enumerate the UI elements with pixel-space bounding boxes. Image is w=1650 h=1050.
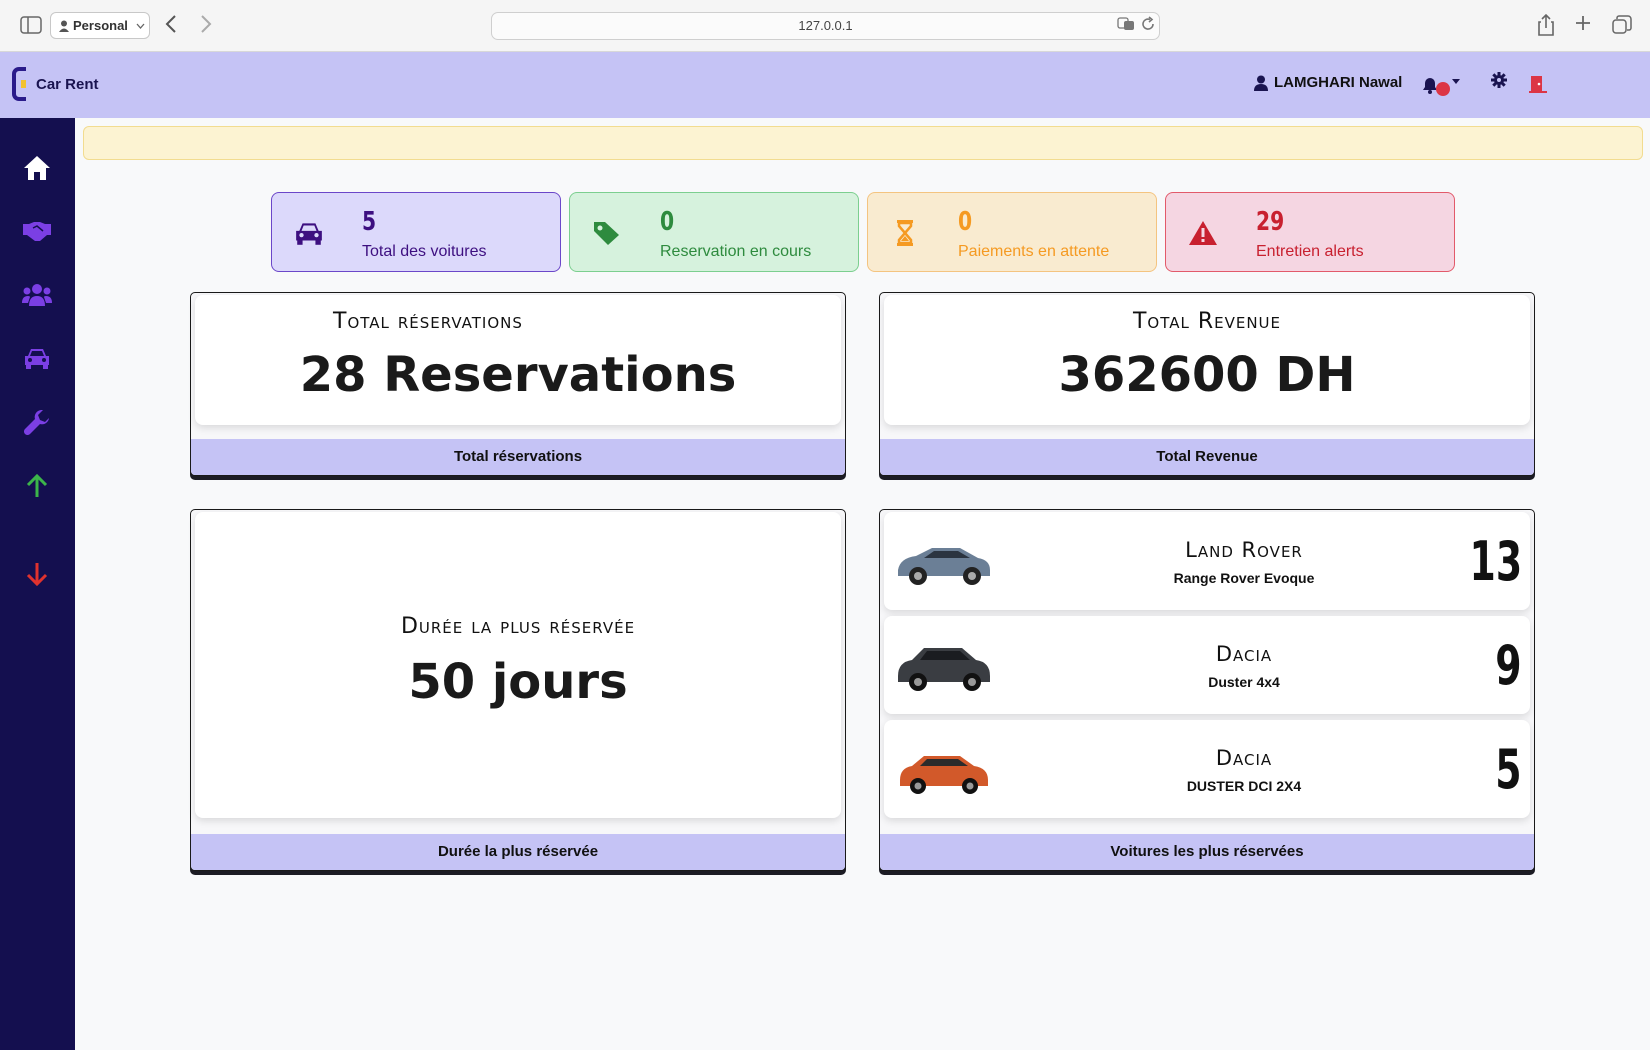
address-bar[interactable]: 127.0.0.1 [491,12,1160,40]
car-icon [25,349,49,369]
home-icon [24,156,50,180]
chevron-down-icon [136,23,145,29]
person-icon [59,20,69,32]
stat-label: Entretien alerts [1256,243,1364,260]
stat-label: Total des voitures [362,243,487,260]
profile-label: Personal [73,18,128,33]
translate-icon[interactable] [1117,17,1135,31]
app-header: Car Rent LAMGHARI Nawal [0,52,1650,118]
user-icon [1254,75,1268,91]
tags-icon [594,222,619,245]
wrench-icon [24,410,49,435]
panel-body: Total réservations 28 Reservations [195,295,841,425]
car-icon [296,223,322,245]
warning-icon [1189,221,1217,245]
sidebar-item-reservations[interactable] [22,216,52,246]
notification-dot [1436,82,1450,96]
stat-label: Reservation en cours [660,243,812,260]
car-brand: Land Rover [1185,538,1303,562]
handshake-icon [23,222,51,241]
car-brand: Dacia [1215,642,1273,666]
tab-overview-icon[interactable] [1612,15,1632,35]
car-brand: Dacia [1215,746,1273,770]
list-item[interactable]: Land Rover Range Rover Evoque 13 [884,512,1530,610]
sidebar-toggle-icon[interactable] [20,16,42,34]
panel-footer: Durée la plus réservée [191,834,845,870]
alert-banner [83,126,1643,160]
notifications-dropdown[interactable] [1422,74,1460,96]
logout-icon[interactable] [1528,74,1548,94]
sidebar [0,118,75,1050]
app-logo[interactable]: Car Rent [12,66,99,102]
sidebar-item-clients[interactable] [22,280,52,310]
panel-value: 28 Reservations [299,347,737,403]
sidebar-item-maintenance[interactable] [22,407,52,437]
forward-icon[interactable] [200,14,212,34]
profile-button[interactable]: Personal [50,12,150,39]
stat-value: 0 [660,207,675,237]
car-model: Duster 4x4 [1208,674,1280,690]
panel-footer: Total réservations [191,439,845,475]
panel-body: Total Revenue 362600 DH [884,295,1530,425]
car-model: DUSTER DCI 2X4 [1186,778,1302,794]
caret-down-icon [1452,78,1460,84]
panel-value: 50 jours [408,654,628,710]
user-menu[interactable]: LAMGHARI Nawal [1254,74,1402,91]
panel-footer: Voitures les plus réservées [880,834,1534,870]
stat-card-maintenance[interactable]: 29 Entretien alerts [1165,192,1455,272]
hourglass-icon [897,220,913,246]
panel-value: 362600 DH [1058,347,1356,403]
stat-value: 5 [362,207,377,237]
panel-most-reserved-duration: Durée la plus réservée 50 jours Durée la… [190,509,846,871]
car-reservation-count: 5 [1495,738,1522,801]
stat-label: Paiements en attente [958,243,1110,260]
car-image [898,648,990,691]
car-image [898,548,990,585]
sidebar-item-home[interactable] [22,153,52,183]
panel-title: Total réservations [333,309,523,334]
stat-value: 0 [958,207,973,237]
sidebar-item-expenses[interactable] [22,559,52,589]
users-icon [22,284,52,306]
car-reservation-count: 13 [1469,530,1522,593]
app-name: Car Rent [36,75,99,93]
stat-card-cars[interactable]: 5 Total des voitures [271,192,561,272]
list-item[interactable]: Dacia DUSTER DCI 2X4 5 [884,720,1530,818]
stat-value: 29 [1256,207,1285,237]
arrow-up-icon [26,474,48,497]
panel-title: Total Revenue [1132,309,1282,334]
panel-total-reservations: Total réservations 28 Reservations Total… [190,292,846,476]
user-name: LAMGHARI Nawal [1274,74,1403,91]
share-icon[interactable] [1537,14,1555,36]
reload-icon[interactable] [1141,16,1155,32]
stat-card-reservations[interactable]: 0 Reservation en cours [569,192,859,272]
car-image [900,756,988,794]
list-item[interactable]: Dacia Duster 4x4 9 [884,616,1530,714]
sidebar-item-cars[interactable] [22,343,52,373]
panel-title: Durée la plus réservée [400,614,636,639]
panel-footer: Total Revenue [880,439,1534,475]
arrow-down-icon [26,563,48,586]
back-icon[interactable] [165,14,177,34]
car-model: Range Rover Evoque [1173,570,1315,586]
gear-icon[interactable] [1491,72,1507,88]
car-reservation-count: 9 [1495,634,1522,697]
browser-toolbar: Personal 127.0.0.1 [0,0,1650,52]
new-tab-icon[interactable] [1574,14,1592,32]
sidebar-item-income[interactable] [22,471,52,501]
logo-icon [12,67,26,101]
panel-most-reserved-cars: Land Rover Range Rover Evoque 13 Dacia D… [879,509,1535,871]
panel-body: Durée la plus réservée 50 jours [195,512,841,818]
panel-total-revenue: Total Revenue 362600 DH Total Revenue [879,292,1535,476]
stat-card-payments[interactable]: 0 Paiements en attente [867,192,1157,272]
